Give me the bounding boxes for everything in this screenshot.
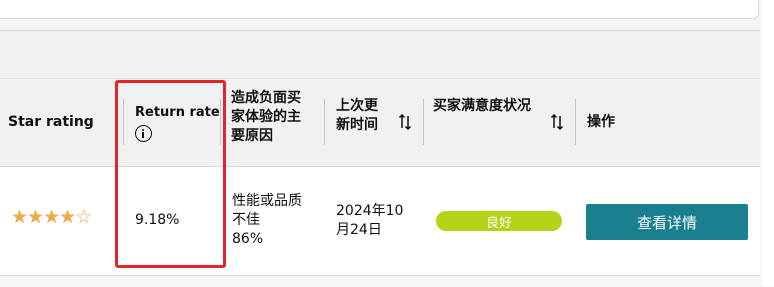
header-actions-label: 操作 <box>587 114 615 130</box>
negative-reason-text: 性能或品质 <box>232 193 302 209</box>
header-actions: 操作 <box>587 79 615 166</box>
star-half-icon: ☆ <box>75 206 92 228</box>
metrics-table: Star rating Return rate 造成负面买家体验的主要原因 上次… <box>0 30 760 287</box>
sort-arrows-icon[interactable] <box>398 114 412 130</box>
header-return-rate-label: Return rate <box>135 105 220 120</box>
header-negative-reason-label: 造成负面买家体验的主要原因 <box>231 90 301 144</box>
column-divider <box>220 99 221 145</box>
star-icon: ★ <box>43 206 60 228</box>
last-updated-cell: 2024年10 月24日 <box>336 202 403 240</box>
negative-reason-percent: 86% <box>232 231 264 247</box>
column-divider <box>423 99 424 145</box>
negative-reason-cell: 性能或品质 不佳 86% <box>232 192 302 249</box>
header-star-rating-label: Star rating <box>8 114 94 130</box>
table-header-row: Star rating Return rate 造成负面买家体验的主要原因 上次… <box>0 79 760 167</box>
sort-arrows-icon[interactable] <box>550 114 564 130</box>
satisfaction-badge: 良好 <box>436 211 562 231</box>
column-divider <box>123 99 124 145</box>
info-icon[interactable] <box>135 125 152 142</box>
header-return-rate: Return rate <box>135 79 220 166</box>
star-icon: ★ <box>59 206 76 228</box>
header-satisfaction[interactable]: 买家满意度状况 <box>433 97 533 116</box>
star-rating: ★★★★☆ <box>11 206 92 228</box>
star-icon: ★ <box>11 206 28 228</box>
header-star-rating: Star rating <box>8 79 94 166</box>
last-updated-text: 月24日 <box>336 222 382 238</box>
top-card <box>0 0 759 19</box>
view-details-button[interactable]: 查看详情 <box>586 204 748 240</box>
scrollbar-track[interactable] <box>762 0 774 286</box>
table-toolbar-band <box>0 31 760 79</box>
table-row: ★★★★☆ 9.18% 性能或品质 不佳 86% 2024年10 月24日 良好… <box>0 167 760 276</box>
header-satisfaction-label: 买家满意度状况 <box>433 98 531 114</box>
header-last-updated[interactable]: 上次更新时间 <box>336 97 384 135</box>
star-icon: ★ <box>27 206 44 228</box>
negative-reason-text: 不佳 <box>232 212 260 228</box>
return-rate-value: 9.18% <box>135 212 180 228</box>
header-last-updated-label: 上次更新时间 <box>336 98 378 133</box>
table-footer-band <box>0 276 760 287</box>
column-divider <box>575 99 576 145</box>
last-updated-text: 2024年10 <box>336 203 404 219</box>
header-negative-reason: 造成负面买家体验的主要原因 <box>231 89 313 146</box>
column-divider <box>324 99 325 145</box>
